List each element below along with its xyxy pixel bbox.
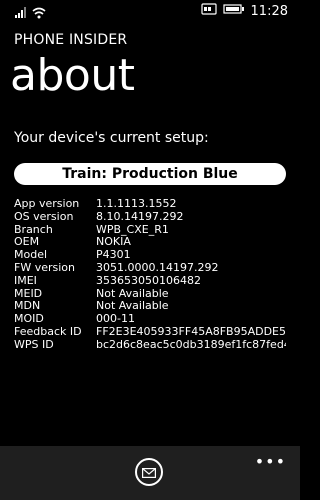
- train-badge: Train: Production Blue: [14, 163, 286, 185]
- status-left: [14, 4, 46, 23]
- device-info-table: App version 1.1.1113.1552 OS version 8.1…: [14, 197, 294, 352]
- info-row-app-version: App version 1.1.1113.1552: [14, 197, 294, 211]
- status-time: 11:28: [250, 3, 288, 19]
- info-key: FW version: [14, 260, 75, 274]
- info-row-wps-id: WPS ID bc2d6c8eac5c0db3189ef1fc87fed4f0: [14, 337, 294, 352]
- info-row-fw-version: FW version 3051.0000.14197.292: [14, 260, 294, 275]
- info-value: 353653050106482: [96, 274, 201, 287]
- info-value: P4301: [96, 249, 131, 262]
- info-value: bc2d6c8eac5c0db3189ef1fc87fed4f0: [96, 338, 286, 351]
- info-value: Not Available: [96, 287, 169, 300]
- info-value: FF2E3E405933FF45A8FB95ADDE5DE: [96, 325, 286, 338]
- app-bar: •••: [0, 446, 300, 500]
- wifi-icon: [32, 4, 46, 23]
- info-value: 1.1.1113.1552: [96, 198, 177, 210]
- info-row-branch: Branch WPB_CXE_R1: [14, 223, 294, 237]
- sim-icon: [200, 3, 217, 19]
- mail-button[interactable]: [135, 458, 163, 486]
- info-value: Not Available: [96, 300, 169, 313]
- more-button[interactable]: •••: [255, 452, 286, 471]
- info-key: Feedback ID: [14, 324, 82, 338]
- info-value: 3051.0000.14197.292: [96, 261, 219, 274]
- info-row-feedback-id: Feedback ID FF2E3E405933FF45A8FB95ADDE5D…: [14, 324, 294, 339]
- signal-icon: [14, 4, 26, 23]
- app-title: PHONE INSIDER: [14, 32, 128, 48]
- info-value: 000-11: [96, 313, 135, 326]
- status-bar: 11:28: [0, 0, 300, 22]
- setup-label: Your device's current setup:: [14, 130, 209, 146]
- mail-icon: [142, 463, 157, 482]
- info-key: IMEI: [14, 273, 37, 287]
- info-row-oem: OEM NOKIA: [14, 236, 294, 249]
- status-right: 11:28: [200, 3, 288, 19]
- info-row-mdn: MDN Not Available: [14, 300, 294, 313]
- battery-icon: [222, 3, 245, 19]
- info-value: 8.10.14197.292: [96, 210, 184, 223]
- info-key: OS version: [14, 209, 74, 223]
- page-title: about: [10, 50, 135, 101]
- info-row-os-version: OS version 8.10.14197.292: [14, 209, 294, 224]
- info-row-meid: MEID Not Available: [14, 287, 294, 301]
- info-value: NOKIA: [96, 236, 131, 249]
- info-value: WPB_CXE_R1: [96, 223, 169, 236]
- info-key: App version: [14, 197, 80, 210]
- info-key: WPS ID: [14, 337, 54, 351]
- info-row-imei: IMEI 353653050106482: [14, 273, 294, 288]
